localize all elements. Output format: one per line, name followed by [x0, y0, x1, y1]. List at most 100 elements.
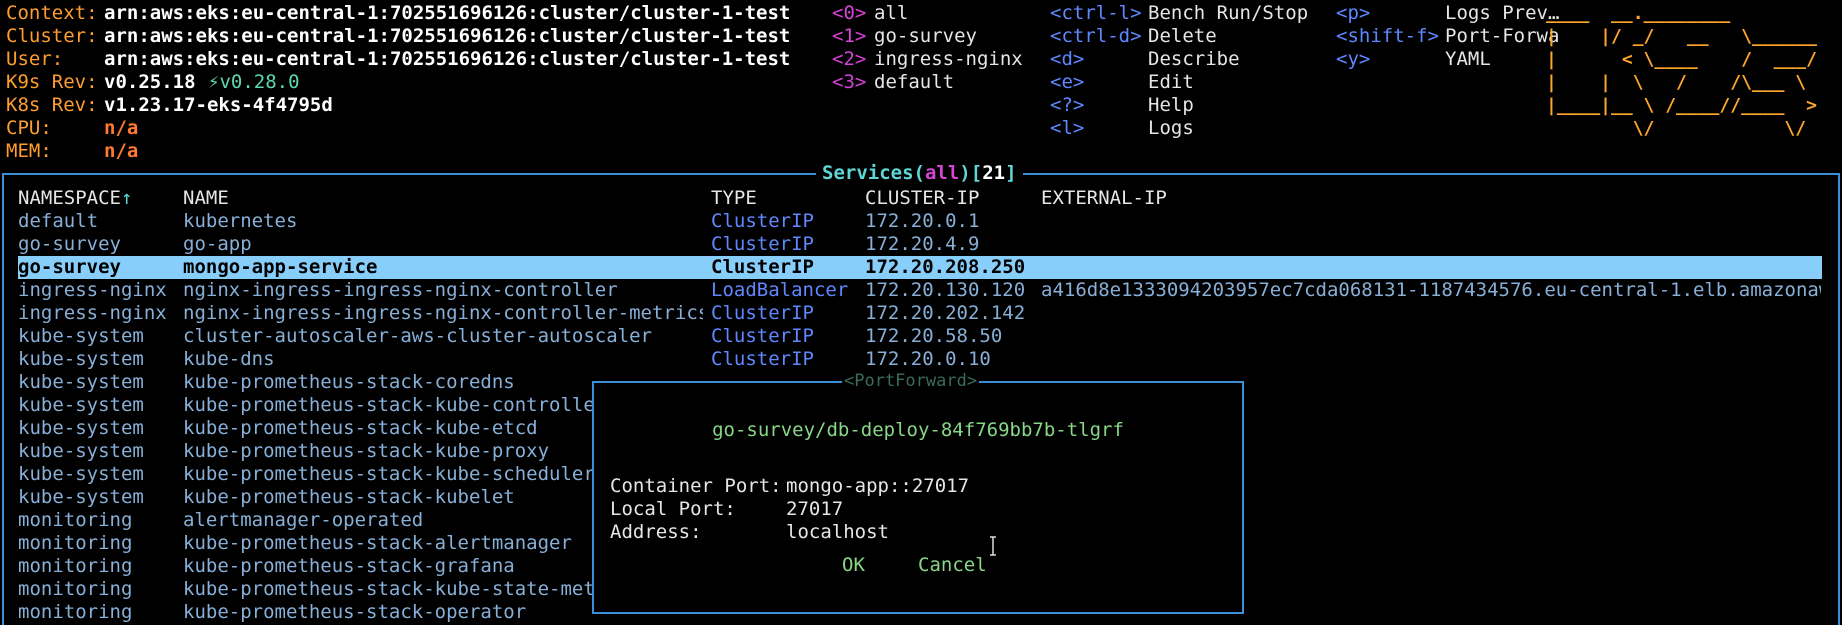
hotkey-key: <e> [1050, 71, 1085, 93]
shortcut-label: go-survey [874, 25, 977, 47]
name-cell: go-app [183, 233, 252, 255]
table-row[interactable]: go-survey mongo-app-service ClusterIP 172.2… [18, 256, 1822, 279]
shortcut-key: <2> [832, 48, 867, 70]
info-label: K8s Rev: [6, 94, 98, 116]
port-forward-dialog: <PortForward> go-survey/db-deploy-84f769… [592, 370, 1244, 614]
hotkey-key: <ctrl-d> [1050, 25, 1142, 47]
local-port-input[interactable]: 27017 [786, 498, 843, 520]
type-cell: ClusterIP [711, 302, 814, 324]
namespace-cell: kube-system [18, 348, 144, 370]
shortcut-key: <0> [832, 2, 867, 24]
namespace-cell: kube-system [18, 371, 144, 393]
address-field[interactable]: Address: localhost [610, 521, 889, 544]
namespace-cell: kube-system [18, 394, 144, 416]
info-label: Cluster: [6, 25, 98, 47]
namespace-cell: kube-system [18, 463, 144, 485]
shortcut-label: default [874, 71, 955, 93]
namespace-cell: ingress-nginx [18, 279, 167, 301]
column-header[interactable]: EXTERNAL-IP [1041, 187, 1167, 210]
shortcut-label: all [874, 2, 909, 24]
hotkey-label: Help [1148, 94, 1194, 116]
cluster-ip-cell: 172.20.208.250 [865, 256, 1026, 278]
table-row[interactable]: ingress-nginx nginx-ingress-ingress-nginx… [18, 302, 1822, 325]
info-label: User: [6, 48, 64, 70]
table-row[interactable]: kube-system cluster-autoscaler-aws-cluste… [18, 325, 1822, 348]
hotkey-label: Describe [1148, 48, 1240, 70]
namespace-cell: kube-system [18, 417, 144, 439]
hotkey-key: <ctrl-l> [1050, 2, 1142, 24]
table-row[interactable]: go-survey go-app ClusterIP 172.20.4.9 [18, 233, 1822, 256]
info-value: n/a [104, 140, 139, 162]
info-label: CPU: [6, 117, 52, 139]
namespace-cell: kube-system [18, 486, 144, 508]
cluster-ip-cell: 172.20.0.10 [865, 348, 991, 370]
name-cell: kube-dns [183, 348, 275, 370]
hotkey-label: Port-Forwa [1445, 25, 1560, 47]
hotkey-key: <shift-f> [1336, 25, 1439, 47]
hotkey-key: <l> [1050, 117, 1085, 139]
table-row[interactable]: ingress-nginx nginx-ingress-ingress-nginx… [18, 279, 1822, 302]
namespace-cell: kube-system [18, 440, 144, 462]
info-value: n/a [104, 117, 139, 139]
info-value: arn:aws:eks:eu-central-1:702551696126:cl… [104, 25, 791, 47]
hotkey-key: <?> [1050, 94, 1085, 116]
sort-arrow-icon: ↑ [120, 187, 133, 209]
namespace-cell: monitoring [18, 555, 133, 577]
text-cursor-icon [990, 536, 996, 556]
name-cell: kubernetes [183, 210, 298, 232]
hotkey-label: Logs Prev… [1445, 2, 1560, 24]
hotkey-key: <p> [1336, 2, 1371, 24]
container-port-field[interactable]: Container Port: mongo-app::27017 [610, 475, 969, 498]
namespace-cell: kube-system [18, 325, 144, 347]
address-input[interactable]: localhost [786, 521, 889, 543]
column-header[interactable]: NAMESPACE↑ [18, 187, 132, 210]
info-value: v0.25.18 [104, 71, 196, 93]
shortcut-key: <1> [832, 25, 867, 47]
type-cell: LoadBalancer [711, 279, 849, 301]
hotkey-key: <y> [1336, 48, 1371, 70]
info-label: Context: [6, 2, 98, 24]
namespace-cell: ingress-nginx [18, 302, 167, 324]
column-header[interactable]: NAME [183, 187, 229, 210]
namespace-cell: monitoring [18, 509, 133, 531]
cancel-button[interactable]: Cancel [918, 554, 987, 577]
k9s-logo: ____ __.________ | |/ _/ __ \______ | < … [1546, 3, 1817, 139]
container-port-input[interactable]: mongo-app::27017 [786, 475, 969, 497]
cluster-ip-cell: 172.20.0.1 [865, 210, 980, 232]
info-label: K9s Rev: [6, 71, 98, 93]
table-row[interactable]: default kubernetes ClusterIP 172.20.0.1 [18, 210, 1822, 233]
shortcut-key: <3> [832, 71, 867, 93]
ok-button[interactable]: OK [842, 554, 865, 577]
namespace-cell: default [18, 210, 99, 232]
type-cell: ClusterIP [711, 233, 814, 255]
external-ip-cell: a416d8e1333094203957ec7cda068131-1187434… [1041, 279, 1821, 301]
cluster-ip-cell: 172.20.58.50 [865, 325, 1003, 347]
hotkey-label: YAML [1445, 48, 1491, 70]
hotkey-label: Edit [1148, 71, 1194, 93]
cluster-ip-cell: 172.20.4.9 [865, 233, 980, 255]
pod-name: go-survey/db-deploy-84f769bb7b-tlgrf [712, 419, 1124, 441]
column-header[interactable]: CLUSTER-IP [865, 187, 979, 210]
update-available: ⚡v0.28.0 [208, 71, 300, 93]
namespace-cell: go-survey [18, 256, 121, 278]
info-label: MEM: [6, 140, 52, 162]
hotkey-label: Logs [1148, 117, 1194, 139]
type-cell: ClusterIP [711, 210, 814, 232]
name-cell: cluster-autoscaler-aws-cluster-autoscale… [183, 325, 652, 347]
shortcut-label: ingress-nginx [874, 48, 1023, 70]
namespace-cell: go-survey [18, 233, 121, 255]
table-row[interactable]: kube-system kube-dns ClusterIP 172.20.0.10 [18, 348, 1822, 371]
hotkey-label: Bench Run/Stop [1148, 2, 1309, 24]
header: Context: arn:aws:eks:eu-central-1:7025516… [0, 0, 1842, 162]
column-header[interactable]: TYPE [711, 187, 757, 210]
type-cell: ClusterIP [711, 325, 814, 347]
local-port-field[interactable]: Local Port: 27017 [610, 498, 843, 521]
info-value: v1.23.17-eks-4f4795d [104, 94, 333, 116]
hotkey-key: <d> [1050, 48, 1085, 70]
cluster-ip-cell: 172.20.130.120 [865, 279, 1026, 301]
namespace-cell: monitoring [18, 578, 133, 600]
info-value: arn:aws:eks:eu-central-1:702551696126:cl… [104, 2, 791, 24]
namespace-cell: monitoring [18, 601, 133, 623]
name-cell: nginx-ingress-ingress-nginx-controller [183, 279, 618, 301]
type-cell: ClusterIP [711, 256, 814, 278]
